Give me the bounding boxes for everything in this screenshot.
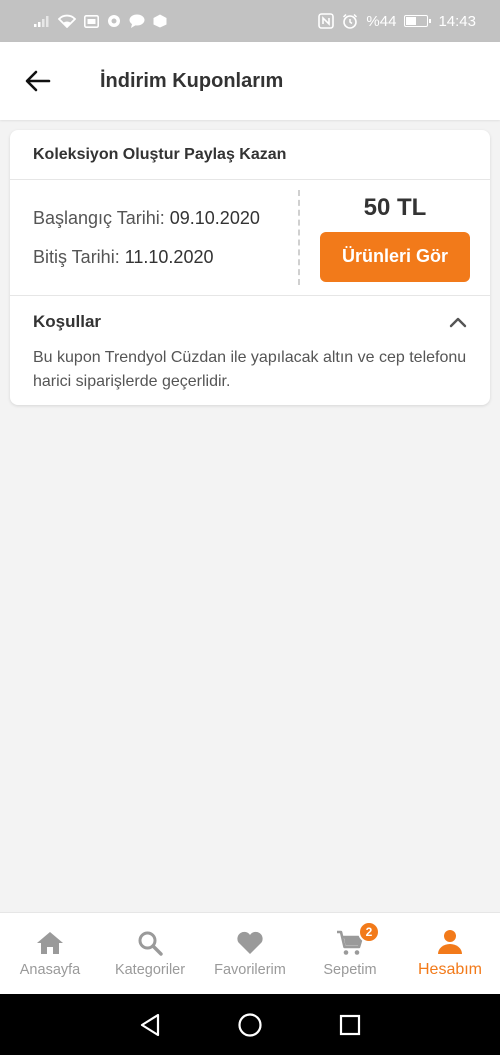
system-recents-button[interactable]	[335, 1010, 365, 1040]
end-date-row: Bitiş Tarihi: 11.10.2020	[33, 247, 298, 268]
coupon-dates: Başlangıç Tarihi: 09.10.2020 Bitiş Tarih…	[10, 190, 300, 285]
app-header: İndirim Kuponlarım	[0, 42, 500, 120]
nav-label-account: Hesabım	[417, 960, 483, 978]
view-products-button[interactable]: Ürünleri Gör	[320, 231, 470, 282]
system-home-button[interactable]	[235, 1010, 265, 1040]
nav-item-categories[interactable]: Kategoriler	[100, 913, 200, 994]
person-icon	[438, 929, 462, 954]
nav-item-favorites[interactable]: Favorilerim	[200, 913, 300, 994]
cart-count-badge: 2	[358, 921, 380, 943]
triangle-back-icon	[140, 1013, 160, 1036]
page-title: İndirim Kuponlarım	[100, 69, 284, 92]
nav-label-categories: Kategoriler	[114, 961, 186, 978]
search-icon	[138, 931, 163, 956]
browser-icon	[108, 15, 120, 27]
wifi-icon	[58, 14, 76, 28]
heart-icon	[237, 931, 263, 954]
coupon-amount: 50 TL	[363, 193, 427, 221]
end-date-label: Bitiş Tarihi:	[33, 246, 120, 267]
chevron-up-icon[interactable]	[449, 316, 467, 328]
back-button[interactable]	[0, 42, 76, 120]
end-date-value: 11.10.2020	[124, 246, 214, 267]
home-icon	[37, 931, 63, 954]
coupon-body: Başlangıç Tarihi: 09.10.2020 Bitiş Tarih…	[10, 180, 490, 296]
package-icon	[153, 14, 167, 28]
start-date-row: Başlangıç Tarihi: 09.10.2020	[33, 208, 298, 229]
nav-item-home[interactable]: Anasayfa	[0, 913, 100, 994]
coupon-title: Koleksiyon Oluştur Paylaş Kazan	[10, 130, 490, 180]
alarm-icon	[343, 13, 358, 29]
circle-home-icon	[238, 1012, 262, 1037]
clock: 14:43	[438, 12, 476, 30]
coupon-card: Koleksiyon Oluştur Paylaş Kazan Başlangı…	[10, 130, 490, 405]
square-recents-icon	[339, 1014, 361, 1035]
system-back-button[interactable]	[135, 1010, 165, 1040]
conditions-label: Koşullar	[33, 312, 102, 331]
start-date-value: 09.10.2020	[169, 207, 260, 228]
coupon-amount-section: 50 TL Ürünleri Gör	[300, 180, 490, 295]
arrow-back-icon	[25, 70, 51, 92]
nav-item-account[interactable]: Hesabım	[400, 913, 500, 994]
status-bar-left	[34, 14, 167, 28]
nfc-icon	[318, 13, 335, 29]
start-date-label: Başlangıç Tarihi:	[33, 207, 165, 228]
system-nav-bar	[0, 994, 500, 1055]
status-bar: %44 14:43	[0, 0, 500, 42]
battery-fill	[406, 17, 417, 25]
chat-icon	[129, 14, 145, 28]
battery-percent: %44	[366, 12, 397, 30]
nav-label-home: Anasayfa	[19, 961, 81, 978]
bottom-nav: Anasayfa Kategoriler Favorilerim 2 Sepet	[0, 912, 500, 994]
image-icon	[84, 14, 99, 28]
conditions-section: Koşullar Bu kupon Trendyol Cüzdan ile ya…	[10, 296, 490, 394]
nav-item-cart[interactable]: 2 Sepetim	[300, 913, 400, 994]
conditions-header[interactable]: Koşullar	[33, 310, 467, 334]
conditions-text: Bu kupon Trendyol Cüzdan ile yapılacak a…	[33, 349, 467, 390]
battery-icon	[404, 15, 432, 27]
nav-label-cart: Sepetim	[323, 961, 377, 978]
signal-icon	[34, 16, 49, 27]
nav-label-favorites: Favorilerim	[214, 961, 286, 978]
status-bar-right: %44 14:43	[318, 13, 476, 30]
